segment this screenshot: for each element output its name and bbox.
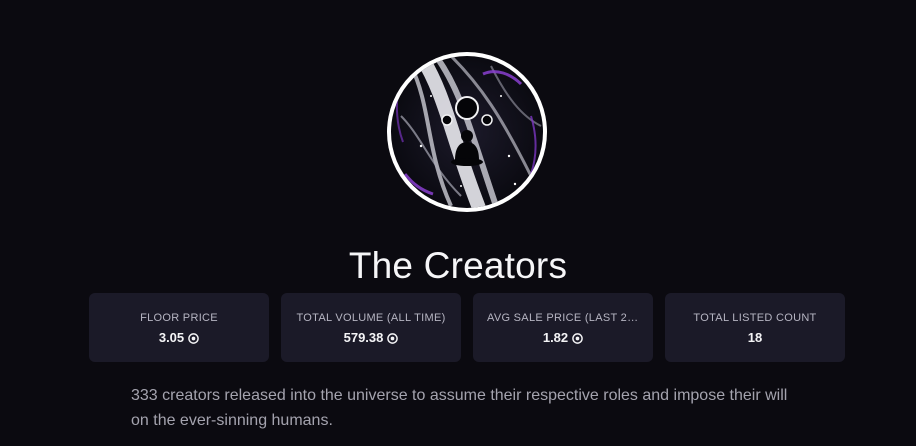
- stats-row: FLOOR PRICE 3.05 TOTAL VOLUME (ALL TIME)…: [89, 293, 845, 362]
- stat-label: TOTAL LISTED COUNT: [693, 312, 817, 324]
- collection-title: The Creators: [348, 245, 568, 286]
- stat-label: TOTAL VOLUME (ALL TIME): [296, 312, 446, 324]
- stat-card-total-volume: TOTAL VOLUME (ALL TIME) 579.38: [281, 293, 461, 362]
- stat-value: 579.38: [295, 330, 447, 346]
- stat-card-floor-price: FLOOR PRICE 3.05: [89, 293, 269, 362]
- stat-label: FLOOR PRICE: [140, 312, 218, 324]
- collection-avatar: [387, 52, 547, 212]
- stat-card-total-listed: TOTAL LISTED COUNT 18: [665, 293, 845, 362]
- stat-value-text: 579.38: [343, 330, 384, 345]
- stat-label: AVG SALE PRICE (LAST 24H): [487, 312, 639, 324]
- sol-icon: [387, 332, 399, 344]
- sol-icon: [188, 332, 199, 344]
- stat-value: 18: [679, 330, 831, 346]
- sol-icon: [572, 332, 583, 344]
- collection-page: The Creators FLOOR PRICE 3.05 TOTAL VOLU…: [0, 0, 916, 446]
- collection-avatar-art: [391, 56, 543, 208]
- stat-value: 1.82: [487, 330, 639, 346]
- stat-value: 3.05: [103, 330, 255, 346]
- stat-value-text: 18: [747, 330, 763, 345]
- stat-card-avg-sale-price: AVG SALE PRICE (LAST 24H) 1.82: [473, 293, 653, 362]
- stat-value-text: 1.82: [542, 330, 569, 345]
- collection-description: 333 creators released into the universe …: [131, 387, 788, 429]
- stat-value-text: 3.05: [158, 330, 185, 345]
